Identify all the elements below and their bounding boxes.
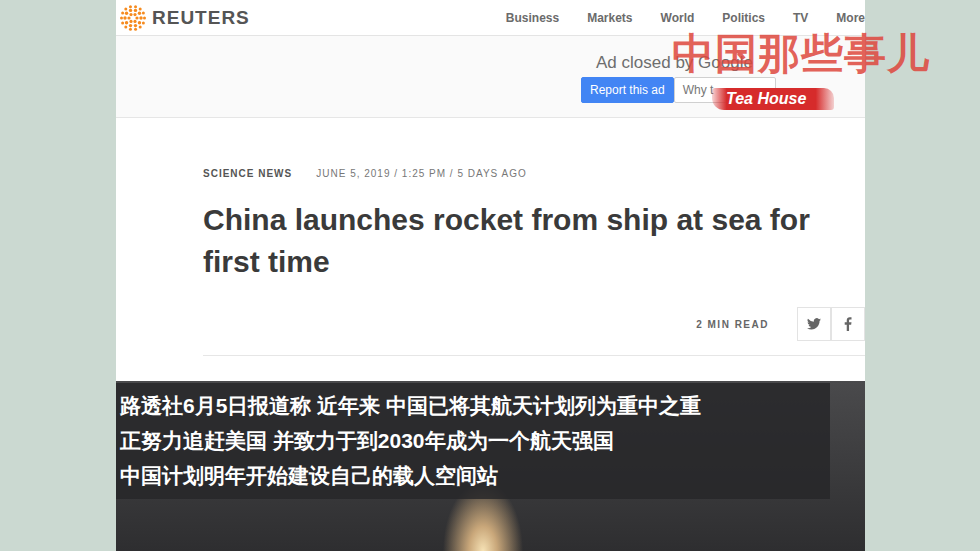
logo-text: REUTERS xyxy=(152,7,250,29)
nav-item[interactable]: Business xyxy=(506,11,559,25)
article-meta: SCIENCE NEWS JUNE 5, 2019 / 1:25 PM / 5 D… xyxy=(203,168,865,179)
article: SCIENCE NEWS JUNE 5, 2019 / 1:25 PM / 5 D… xyxy=(116,118,865,356)
channel-watermark: 中国那些事儿 Tea House xyxy=(672,26,930,110)
twitter-icon xyxy=(807,318,821,330)
reuters-logo-icon xyxy=(120,5,146,31)
twitter-share-button[interactable] xyxy=(797,307,831,341)
article-headline: China launches rocket from ship at sea f… xyxy=(203,199,843,283)
video-frame: REUTERS Business Markets World Politics TV Mor… xyxy=(0,0,980,551)
site-logo[interactable]: REUTERS xyxy=(120,5,250,31)
read-time: 2 MIN READ xyxy=(696,319,769,330)
nav-item[interactable]: TV xyxy=(793,11,808,25)
article-photo: 路透社6月5日报道称 近年来 中国已将其航天计划列为重中之重正努力追赶美国 并致… xyxy=(116,381,865,551)
ad-button[interactable]: Report this ad xyxy=(581,77,674,103)
nav-item[interactable]: Markets xyxy=(587,11,632,25)
webpage: REUTERS Business Markets World Politics TV Mor… xyxy=(116,0,865,551)
facebook-share-button[interactable] xyxy=(831,307,865,341)
nav-item[interactable]: World xyxy=(661,11,695,25)
share-row: 2 MIN READ xyxy=(203,307,865,356)
subtitle-line: 正努力追赶美国 并致力于到2030年成为一个航天强国 xyxy=(120,423,830,458)
article-date: JUNE 5, 2019 / 1:25 PM / 5 DAYS AGO xyxy=(316,168,526,179)
main-nav: Business Markets World Politics TV More xyxy=(506,11,865,25)
nav-item[interactable]: More xyxy=(836,11,865,25)
watermark-badge: Tea House xyxy=(712,88,834,110)
nav-item[interactable]: Politics xyxy=(722,11,765,25)
subtitle-line: 中国计划明年开始建设自己的载人空间站 xyxy=(120,458,830,493)
subtitles: 路透社6月5日报道称 近年来 中国已将其航天计划列为重中之重正努力追赶美国 并致… xyxy=(116,383,830,499)
article-section[interactable]: SCIENCE NEWS xyxy=(203,168,292,179)
facebook-icon xyxy=(844,317,852,331)
subtitle-line: 路透社6月5日报道称 近年来 中国已将其航天计划列为重中之重 xyxy=(120,388,830,423)
watermark-title: 中国那些事儿 xyxy=(672,26,930,82)
